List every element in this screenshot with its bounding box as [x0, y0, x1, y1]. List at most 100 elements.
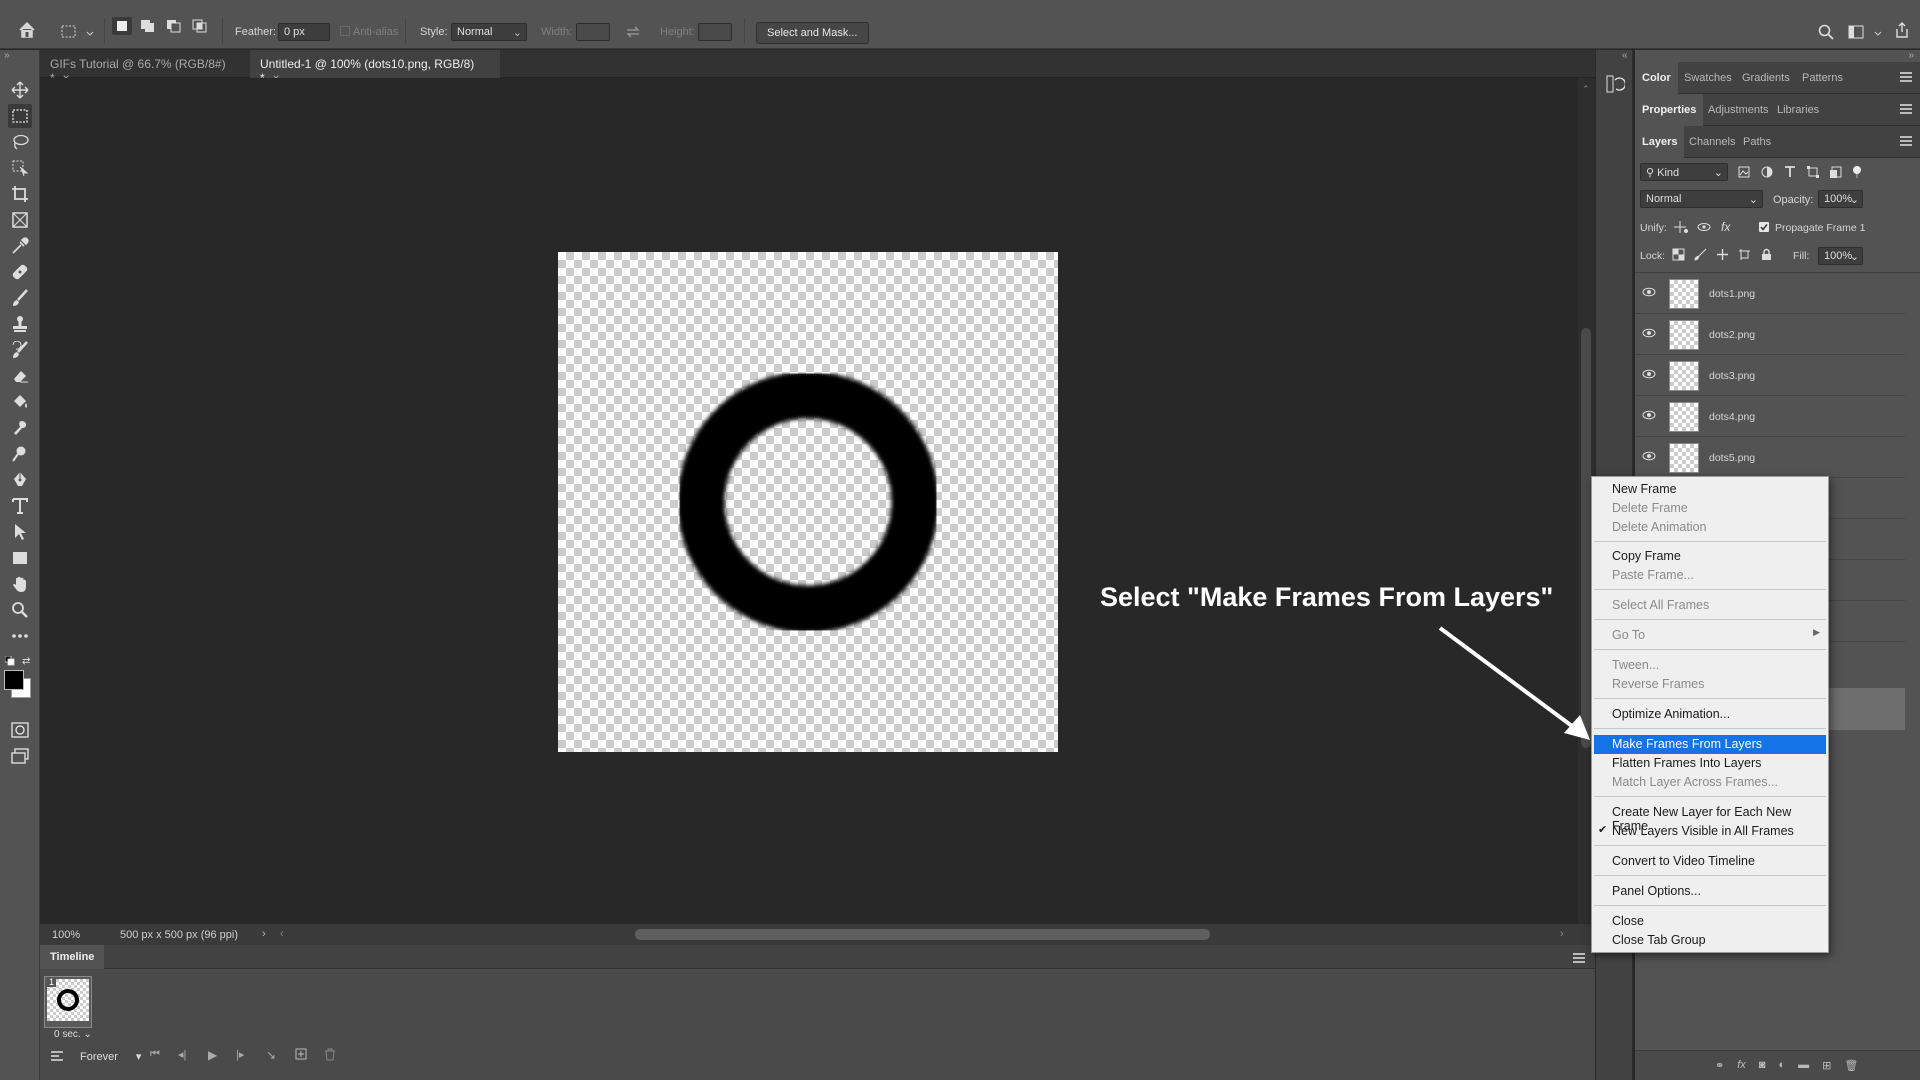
- chevron-down-icon[interactable]: [80, 24, 100, 44]
- subtract-from-selection-icon[interactable]: [164, 17, 184, 35]
- frame-tool-icon[interactable]: [8, 208, 32, 232]
- history-panel-icon[interactable]: [1605, 74, 1625, 94]
- layer-row[interactable]: dots1.png: [1635, 273, 1905, 314]
- screen-mode-icon[interactable]: [8, 744, 32, 768]
- frame-delay-select[interactable]: 0 sec. ⌄: [54, 1029, 92, 1040]
- timeline-frame-1[interactable]: 1: [44, 976, 92, 1028]
- feather-input[interactable]: 0 px: [278, 23, 330, 41]
- adjustment-layer-icon[interactable]: ◐: [1778, 1059, 1785, 1072]
- lock-transparent-icon[interactable]: [1672, 248, 1685, 261]
- panel-menu-icon[interactable]: [1900, 104, 1912, 114]
- blend-mode-select[interactable]: Normal ⌄: [1640, 190, 1763, 208]
- paint-bucket-tool-icon[interactable]: [8, 390, 32, 414]
- tab-libraries[interactable]: Libraries: [1770, 94, 1826, 126]
- panel-menu-icon[interactable]: [1900, 72, 1912, 82]
- tween-icon[interactable]: ↘: [266, 1048, 276, 1062]
- height-input[interactable]: [698, 23, 732, 41]
- tab-gifs-tutorial[interactable]: GIFs Tutorial @ 66.7% (RGB/8#) *×: [40, 50, 248, 85]
- layer-name[interactable]: dots2.png: [1709, 329, 1755, 341]
- layer-filter-select[interactable]: ⚲ Kind ⌄: [1640, 163, 1728, 181]
- menu-item-close[interactable]: Close: [1594, 912, 1826, 931]
- new-layer-icon[interactable]: ⊞: [1822, 1059, 1831, 1072]
- document-canvas[interactable]: [558, 252, 1058, 752]
- type-tool-icon[interactable]: [8, 494, 32, 518]
- menu-item-select-all-frames[interactable]: Select All Frames: [1594, 596, 1826, 615]
- select-and-mask-button[interactable]: Select and Mask...: [756, 22, 869, 44]
- stamp-tool-icon[interactable]: [8, 312, 32, 336]
- timeline-tab[interactable]: Timeline: [40, 945, 105, 969]
- smart-object-filter-icon[interactable]: [1829, 165, 1843, 179]
- document-info[interactable]: 500 px x 500 px (96 ppi): [120, 929, 238, 941]
- healing-brush-tool-icon[interactable]: [8, 260, 32, 284]
- menu-item-new-frame[interactable]: New Frame: [1594, 480, 1826, 499]
- chevron-right-icon[interactable]: ›: [1560, 928, 1564, 940]
- chevron-right-icon[interactable]: ›: [262, 928, 266, 940]
- pixel-filter-icon[interactable]: [1737, 165, 1751, 179]
- panel-menu-icon[interactable]: [1900, 136, 1912, 146]
- new-selection-icon[interactable]: [112, 17, 132, 35]
- trash-icon[interactable]: 🗑: [1844, 1059, 1858, 1072]
- eye-icon[interactable]: [1642, 451, 1656, 461]
- zoom-level[interactable]: 100%: [52, 929, 80, 941]
- marquee-tool-icon[interactable]: [8, 104, 32, 128]
- layer-style-icon[interactable]: fx: [1737, 1059, 1746, 1072]
- fill-input[interactable]: 100% ⌄: [1818, 247, 1863, 265]
- lasso-tool-icon[interactable]: [8, 130, 32, 154]
- add-to-selection-icon[interactable]: [138, 17, 158, 35]
- default-colors-icon[interactable]: [5, 656, 15, 666]
- eraser-tool-icon[interactable]: [8, 364, 32, 388]
- propagate-checkbox[interactable]: [1759, 222, 1769, 232]
- menu-item-reverse-frames[interactable]: Reverse Frames: [1594, 675, 1826, 694]
- new-group-icon[interactable]: ▬: [1798, 1059, 1809, 1072]
- collapse-panels-icon[interactable]: «: [1622, 50, 1628, 61]
- more-tools-icon[interactable]: [8, 624, 32, 648]
- search-icon[interactable]: [1816, 22, 1836, 42]
- eye-icon[interactable]: [1642, 287, 1656, 297]
- move-tool-icon[interactable]: [8, 78, 32, 102]
- width-input[interactable]: [576, 23, 610, 41]
- tab-properties[interactable]: Properties: [1635, 94, 1704, 126]
- tab-layers[interactable]: Layers: [1635, 126, 1685, 158]
- play-icon[interactable]: ▶: [208, 1048, 217, 1062]
- swap-colors-icon[interactable]: ⇄: [22, 656, 30, 667]
- tab-gradients[interactable]: Gradients: [1735, 62, 1797, 94]
- swap-icon[interactable]: [623, 22, 643, 42]
- menu-item-tween[interactable]: Tween...: [1594, 656, 1826, 675]
- layer-name[interactable]: dots3.png: [1709, 370, 1755, 382]
- antialias-checkbox[interactable]: Anti-alias: [340, 26, 398, 38]
- menu-item-flatten-frames-into-layers[interactable]: Flatten Frames Into Layers: [1594, 754, 1826, 773]
- tab-color[interactable]: Color: [1635, 62, 1678, 94]
- menu-item-match-layer-across-frames[interactable]: Match Layer Across Frames...: [1594, 773, 1826, 792]
- path-selection-tool-icon[interactable]: [8, 520, 32, 544]
- history-brush-tool-icon[interactable]: [8, 338, 32, 362]
- pen-tool-icon[interactable]: [8, 468, 32, 492]
- menu-item-make-frames-from-layers[interactable]: Make Frames From Layers: [1594, 735, 1826, 754]
- eye-icon[interactable]: [1642, 369, 1656, 379]
- menu-item-create-new-layer-each-frame[interactable]: Create New Layer for Each New Frame: [1594, 803, 1826, 833]
- zoom-tool-icon[interactable]: [8, 598, 32, 622]
- tab-adjustments[interactable]: Adjustments: [1701, 94, 1776, 126]
- quick-mask-icon[interactable]: [8, 718, 32, 742]
- rectangle-tool-icon[interactable]: [8, 546, 32, 570]
- menu-item-close-tab-group[interactable]: Close Tab Group: [1594, 931, 1826, 950]
- unify-style-icon[interactable]: fx: [1721, 220, 1730, 234]
- menu-item-convert-to-video-timeline[interactable]: Convert to Video Timeline: [1594, 852, 1826, 871]
- menu-item-paste-frame[interactable]: Paste Frame...: [1594, 566, 1826, 585]
- first-frame-icon[interactable]: ⏮: [150, 1048, 160, 1061]
- layer-row[interactable]: dots2.png: [1635, 314, 1905, 355]
- layer-row[interactable]: dots5.png: [1635, 437, 1905, 478]
- marquee-preset-icon[interactable]: [60, 22, 80, 42]
- opacity-input[interactable]: 100% ⌄: [1818, 190, 1863, 208]
- shape-filter-icon[interactable]: [1806, 165, 1820, 179]
- hand-tool-icon[interactable]: [8, 572, 32, 596]
- unify-visibility-icon[interactable]: [1697, 220, 1713, 234]
- menu-item-delete-frame[interactable]: Delete Frame: [1594, 499, 1826, 518]
- smudge-tool-icon[interactable]: [8, 416, 32, 440]
- brush-tool-icon[interactable]: [8, 286, 32, 310]
- duplicate-frame-icon[interactable]: [295, 1048, 307, 1060]
- layer-name[interactable]: dots4.png: [1709, 411, 1755, 423]
- lock-artboard-icon[interactable]: [1738, 248, 1751, 261]
- eye-icon[interactable]: [1642, 410, 1656, 420]
- type-filter-icon[interactable]: [1783, 165, 1797, 179]
- adjustment-filter-icon[interactable]: [1760, 165, 1774, 179]
